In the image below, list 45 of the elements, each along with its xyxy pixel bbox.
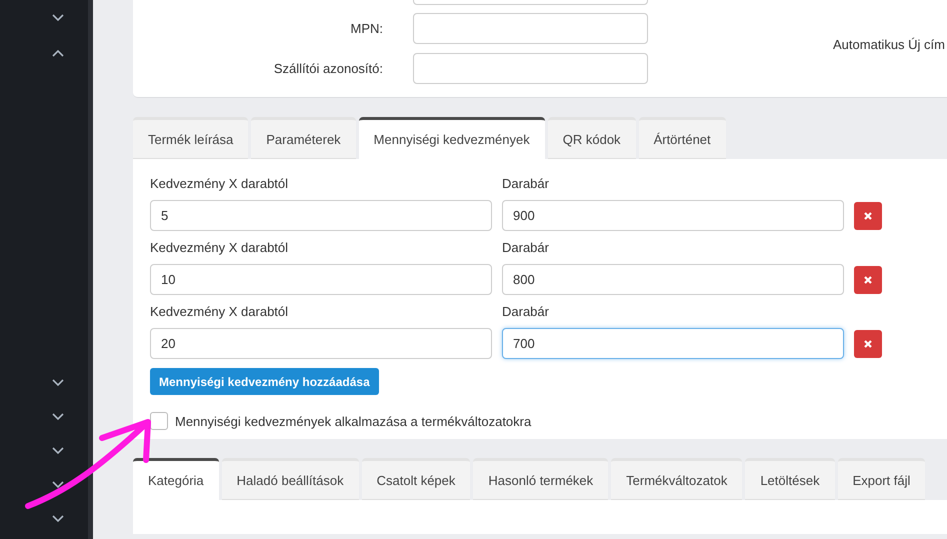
add-button[interactable]: Mennyiségi kedvezmény hozzáadása — [150, 368, 379, 395]
input-field[interactable]: 20 — [150, 328, 492, 359]
field-label: Darabár — [502, 176, 550, 192]
tab[interactable]: Export fájl — [838, 458, 926, 500]
field-label: Darabár — [502, 240, 550, 256]
field-label: Automatikus Új cím — [833, 37, 945, 54]
chevron-down-icon[interactable] — [52, 447, 64, 455]
tab[interactable]: Paraméterek — [251, 117, 356, 159]
chevron-down-icon[interactable] — [52, 481, 64, 489]
field-label: Darabár — [502, 304, 550, 320]
input-field[interactable] — [413, 53, 648, 84]
chevron-down-icon[interactable] — [52, 14, 64, 22]
input-field[interactable]: 10 — [150, 264, 492, 295]
input-field[interactable] — [413, 13, 648, 44]
tab[interactable]: Termék leírása — [133, 117, 248, 159]
tab[interactable]: Ártörténet — [638, 117, 726, 159]
tab[interactable]: Termékváltozatok — [611, 458, 742, 500]
chevron-down-icon[interactable] — [52, 515, 64, 523]
chevron-up-icon[interactable] — [52, 49, 64, 57]
field-label: Szállítói azonosító: — [272, 61, 383, 76]
input-field[interactable]: 700 — [502, 328, 844, 359]
tab[interactable]: Haladó beállítások — [222, 458, 359, 500]
field-label: Kedvezmény X darabtól — [150, 240, 290, 256]
checkbox[interactable] — [150, 412, 168, 430]
delete-button[interactable] — [854, 202, 882, 230]
close-icon — [864, 212, 872, 220]
field-label: Kedvezmény X darabtól — [150, 176, 290, 192]
tab[interactable]: Csatolt képek — [362, 458, 470, 500]
tab[interactable]: Letöltések — [745, 458, 835, 500]
field-label: MPN: — [350, 21, 383, 36]
close-icon — [864, 276, 872, 284]
tab[interactable]: Kategória — [133, 458, 219, 500]
input-field[interactable]: 5 — [150, 200, 492, 231]
tab[interactable]: QR kódok — [548, 117, 636, 159]
delete-button[interactable] — [854, 266, 882, 294]
field-label: Kedvezmény X darabtól — [150, 304, 290, 320]
close-icon — [864, 340, 872, 348]
chevron-down-icon[interactable] — [52, 413, 64, 421]
tab[interactable]: Mennyiségi kedvezmények — [358, 117, 545, 159]
chevron-down-icon[interactable] — [52, 379, 64, 387]
delete-button[interactable] — [854, 330, 882, 358]
checkbox-label: Mennyiségi kedvezmények alkalmazása a termékváltozatokra — [175, 414, 532, 428]
input-field[interactable]: 900 — [502, 200, 844, 231]
input-field[interactable]: 800 — [502, 264, 844, 295]
tab[interactable]: Hasonló termékek — [473, 458, 608, 500]
